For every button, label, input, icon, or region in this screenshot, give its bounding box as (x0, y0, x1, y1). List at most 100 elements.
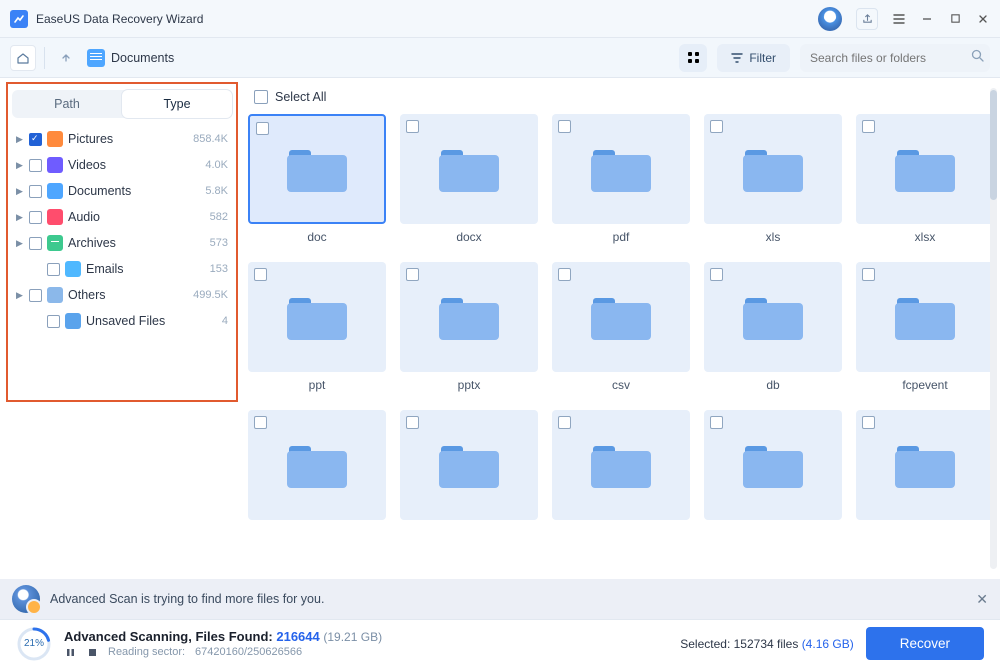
type-tree: ▶ Pictures 858.4K▶ Videos 4.0K▶ Document… (12, 126, 232, 334)
tile-caption (400, 520, 538, 526)
tile-thumb[interactable] (552, 114, 690, 224)
tile-thumb[interactable] (400, 410, 538, 520)
tile-thumb[interactable] (856, 410, 994, 520)
tile-checkbox[interactable] (254, 268, 267, 281)
tree-item-others[interactable]: ▶ Others 499.5K (12, 282, 232, 308)
tile-thumb[interactable] (856, 262, 994, 372)
tile-checkbox[interactable] (710, 416, 723, 429)
tile-checkbox[interactable] (406, 120, 419, 133)
select-all-row[interactable]: Select All (248, 88, 990, 114)
tile-thumb[interactable] (400, 114, 538, 224)
select-all-checkbox[interactable] (254, 90, 268, 104)
tree-item-unsaved-files[interactable]: Unsaved Files 4 (12, 308, 232, 334)
tile-checkbox[interactable] (406, 416, 419, 429)
tree-item-archives[interactable]: ▶ Archives 573 (12, 230, 232, 256)
recover-button[interactable]: Recover (866, 627, 984, 660)
tile-thumb[interactable] (856, 114, 994, 224)
tile-thumb[interactable] (248, 262, 386, 372)
tree-label: Unsaved Files (86, 314, 217, 328)
tile-thumb[interactable] (248, 410, 386, 520)
tile-checkbox[interactable] (254, 416, 267, 429)
tile-thumb[interactable] (552, 262, 690, 372)
tile-thumb[interactable] (704, 114, 842, 224)
tree-checkbox[interactable] (29, 289, 42, 302)
tile-checkbox[interactable] (558, 268, 571, 281)
folder-tile[interactable]: xlsx (856, 114, 994, 244)
folder-tile[interactable]: fcpevent (856, 262, 994, 392)
tree-checkbox[interactable] (47, 315, 60, 328)
folder-tile[interactable]: xls (704, 114, 842, 244)
mascot-icon[interactable] (818, 7, 842, 31)
folder-tile[interactable] (704, 410, 842, 526)
tree-count: 858.4K (193, 133, 228, 145)
folder-tile[interactable] (856, 410, 994, 526)
app-title: EaseUS Data Recovery Wizard (36, 12, 818, 26)
folder-tile[interactable] (248, 410, 386, 526)
share-button[interactable] (856, 8, 878, 30)
tree-item-emails[interactable]: Emails 153 (12, 256, 232, 282)
up-button[interactable] (53, 45, 79, 71)
folder-tile[interactable]: docx (400, 114, 538, 244)
tree-checkbox[interactable] (29, 133, 42, 146)
maximize-button[interactable] (948, 12, 962, 26)
tile-thumb[interactable] (400, 262, 538, 372)
folder-tile[interactable]: doc (248, 114, 386, 244)
tree-checkbox[interactable] (29, 237, 42, 250)
tree-item-pictures[interactable]: ▶ Pictures 858.4K (12, 126, 232, 152)
folder-tile[interactable] (552, 410, 690, 526)
folder-tile[interactable]: ppt (248, 262, 386, 392)
tree-item-audio[interactable]: ▶ Audio 582 (12, 204, 232, 230)
tree-label: Audio (68, 210, 205, 224)
folder-tile[interactable]: pptx (400, 262, 538, 392)
folder-icon (287, 294, 347, 340)
tile-checkbox[interactable] (710, 268, 723, 281)
stop-button[interactable] (86, 646, 98, 658)
tile-thumb[interactable] (704, 410, 842, 520)
folder-tile[interactable]: pdf (552, 114, 690, 244)
tile-checkbox[interactable] (862, 268, 875, 281)
tile-checkbox[interactable] (710, 120, 723, 133)
scrollbar-thumb[interactable] (990, 90, 997, 200)
tree-checkbox[interactable] (29, 211, 42, 224)
tile-thumb[interactable] (704, 262, 842, 372)
folder-icon (743, 146, 803, 192)
tree-item-videos[interactable]: ▶ Videos 4.0K (12, 152, 232, 178)
scrollbar[interactable] (990, 88, 997, 569)
minimize-button[interactable] (920, 12, 934, 26)
tile-thumb[interactable] (552, 410, 690, 520)
tab-path[interactable]: Path (12, 90, 122, 118)
chevron-right-icon: ▶ (16, 212, 24, 223)
folder-icon (591, 146, 651, 192)
tab-type[interactable]: Type (122, 90, 232, 118)
tree-checkbox[interactable] (47, 263, 60, 276)
view-grid-button[interactable] (679, 44, 707, 72)
folder-tile[interactable] (400, 410, 538, 526)
status-headline: Advanced Scanning, Files Found: (64, 629, 276, 644)
tile-checkbox[interactable] (558, 120, 571, 133)
search-input[interactable] (810, 51, 965, 65)
filter-button[interactable]: Filter (717, 44, 790, 72)
tile-checkbox[interactable] (558, 416, 571, 429)
tree-checkbox[interactable] (29, 185, 42, 198)
folder-tile[interactable]: db (704, 262, 842, 392)
search-box[interactable] (800, 44, 990, 72)
folder-tile[interactable]: csv (552, 262, 690, 392)
folder-icon (591, 294, 651, 340)
banner-close-button[interactable]: ✕ (976, 591, 988, 608)
reading-value: 67420160/250626566 (195, 646, 302, 658)
tree-count: 4.0K (205, 159, 228, 171)
tile-checkbox[interactable] (256, 122, 269, 135)
tile-thumb[interactable] (248, 114, 386, 224)
sidebar: Path Type ▶ Pictures 858.4K▶ Videos 4.0K… (6, 82, 238, 402)
tree-checkbox[interactable] (29, 159, 42, 172)
tile-checkbox[interactable] (862, 416, 875, 429)
home-button[interactable] (10, 45, 36, 71)
close-button[interactable] (976, 12, 990, 26)
pause-button[interactable] (64, 646, 76, 658)
folder-icon (439, 442, 499, 488)
menu-button[interactable] (892, 12, 906, 26)
tree-item-documents[interactable]: ▶ Documents 5.8K (12, 178, 232, 204)
tile-checkbox[interactable] (406, 268, 419, 281)
folder-icon (743, 442, 803, 488)
tile-checkbox[interactable] (862, 120, 875, 133)
